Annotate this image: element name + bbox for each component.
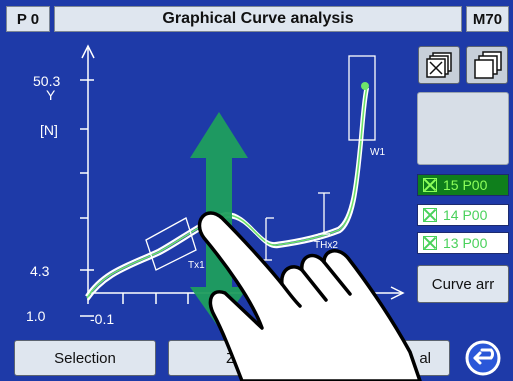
third-button-label: al <box>419 349 431 367</box>
zoom-button[interactable]: Zoo <box>168 340 310 376</box>
curve-checkbox-icon <box>423 236 437 250</box>
back-button[interactable] <box>460 339 506 377</box>
page-title: Graphical Curve analysis <box>54 6 462 32</box>
curve-line-14 <box>87 87 370 301</box>
copy-curves-button[interactable] <box>466 46 508 84</box>
selection-button[interactable]: Selection <box>14 340 156 376</box>
mode-label: M70 <box>466 6 509 32</box>
threshold-marker-2[interactable] <box>318 192 330 235</box>
eval-window-tx1-label: Tx1 <box>188 260 205 271</box>
curve-item-15[interactable]: 15 P00 <box>417 174 509 196</box>
back-icon <box>465 340 501 376</box>
curve-item-label: 13 P00 <box>443 235 488 251</box>
curve-end-marker <box>361 82 369 90</box>
x-ticks <box>87 293 189 304</box>
x-min-label: -0.1 <box>90 311 114 327</box>
curve-item-label: 14 P00 <box>443 207 488 223</box>
y-unit-label: [N] <box>40 122 58 138</box>
curve-item-14[interactable]: 14 P00 <box>417 204 509 226</box>
curve-item-13[interactable]: 13 P00 <box>417 232 509 254</box>
program-label: P 0 <box>6 6 50 32</box>
curve-info-panel <box>417 92 509 165</box>
curve-analysis-screen: P 0 Graphical Curve analysis M70 50.3 Y … <box>0 0 513 381</box>
curve-checkbox-icon <box>423 178 437 192</box>
select-all-curves-button[interactable] <box>418 46 460 84</box>
select-all-icon <box>426 52 452 78</box>
curve-line-13 <box>85 85 368 297</box>
y-ticks <box>80 79 94 317</box>
y-min-label: 1.0 <box>26 308 46 324</box>
curve-arr-button[interactable]: Curve arr <box>417 265 509 303</box>
threshold-label-thx2: THx2 <box>314 240 338 251</box>
curve-checkbox-icon <box>423 208 437 222</box>
y-axis-label: Y <box>46 87 56 103</box>
curve-plot[interactable]: 50.3 Y [N] 4.3 1.0 -0.1 Tx1 W1 THx2 <box>8 38 413 340</box>
curve-item-label: 15 P00 <box>443 177 488 193</box>
copy-icon <box>474 51 502 79</box>
eval-window-w1-label: W1 <box>370 147 385 158</box>
y-mid-label: 4.3 <box>30 263 50 279</box>
third-button[interactable]: al <box>322 340 450 376</box>
